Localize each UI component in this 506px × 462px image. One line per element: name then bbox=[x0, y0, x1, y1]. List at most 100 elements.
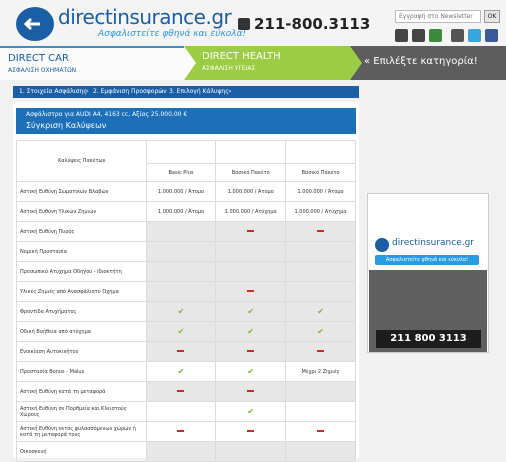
not-included-cell bbox=[215, 341, 287, 362]
ad-phone: 211 800 3113 bbox=[376, 330, 481, 348]
nav-car-arrow bbox=[184, 46, 196, 80]
logo-arrow-icon[interactable] bbox=[16, 7, 54, 41]
newsletter-input[interactable] bbox=[395, 10, 481, 23]
package-name[interactable]: Βασικό Πακέτο bbox=[215, 163, 287, 182]
coverage-value bbox=[145, 221, 217, 242]
dash-icon bbox=[177, 350, 185, 352]
step-separator: » bbox=[228, 88, 232, 95]
mail-icon[interactable] bbox=[412, 29, 425, 42]
nav-health-sub: ΑΣΦΑΛΙΣΗ ΥΓΕΙΑΣ bbox=[202, 65, 256, 72]
package-header-cell bbox=[145, 140, 217, 164]
table-row: Οδική Βοήθεια από ατύχημα ✔ ✔ ✔ bbox=[16, 321, 356, 342]
coverage-value bbox=[285, 381, 356, 402]
coverage-name: Αστική Ευθύνη κατά τη μεταφορά bbox=[16, 381, 147, 402]
logo-name[interactable]: directinsurance.gr bbox=[58, 6, 232, 28]
dash-icon bbox=[247, 350, 255, 352]
step-2[interactable]: 2. Εμφάνιση Προσφορών bbox=[93, 88, 167, 95]
ad-logo-name: directinsurance.gr bbox=[392, 238, 475, 248]
table-row: Προστασία Bonus - Malus ✔ ✔ Μέχρι 2 Ζημιές bbox=[16, 361, 356, 382]
coverage-value bbox=[145, 401, 217, 422]
coverage-table: Καλύψεις Πακέτων Basic Plus Βασικό Πακέτο Β… bbox=[16, 140, 356, 462]
dash-icon bbox=[247, 230, 255, 232]
included-cell: ✔ bbox=[145, 321, 217, 342]
rss-icon[interactable] bbox=[429, 29, 442, 42]
table-row: Ενοικίαση Αυτοκινήτου bbox=[16, 341, 356, 362]
step-separator: » bbox=[160, 88, 164, 95]
check-icon: ✔ bbox=[177, 366, 185, 376]
table-row: Αστική Ευθύνη σε Πορθμεία και Κλειστούς … bbox=[16, 401, 356, 422]
not-included-cell bbox=[145, 421, 217, 442]
check-icon: ✔ bbox=[247, 326, 255, 336]
phone-number: 211-800.3113 bbox=[254, 15, 371, 33]
table-row: Προσωπικό Ατύχημα Οδηγού - Ιδιοκτήτη bbox=[16, 261, 356, 282]
site-header: directinsurance.gr Ασφαλιστείτε φθηνά κα… bbox=[0, 0, 506, 46]
table-row: Νομική Προστασία bbox=[16, 241, 356, 262]
coverage-value bbox=[285, 401, 356, 422]
nav-direct-health[interactable]: DIRECT HEALTH ΑΣΦΑΛΙΣΗ ΥΓΕΙΑΣ bbox=[184, 46, 350, 80]
sms-icon[interactable] bbox=[451, 29, 464, 42]
included-cell: ✔ bbox=[215, 361, 287, 382]
not-included-cell bbox=[285, 221, 356, 242]
progress-steps: 1. Στοιχεία Ασφάλισης » 2. Εμφάνιση Προσ… bbox=[13, 86, 359, 98]
comparison-panel: Ασφάλιστρα για AUDI A4, 4163 cc, Αξίας 2… bbox=[13, 102, 359, 462]
dash-icon bbox=[317, 350, 325, 352]
dash-icon bbox=[177, 430, 185, 432]
header-phone: 211-800.3113 bbox=[238, 15, 370, 33]
coverage-value bbox=[145, 281, 217, 302]
coverage-value bbox=[145, 261, 217, 282]
not-included-cell bbox=[215, 381, 287, 402]
table-row: Φροντίδα Ατυχήματος ✔ ✔ ✔ bbox=[16, 301, 356, 322]
dash-icon bbox=[247, 390, 255, 392]
logo-tagline: Ασφαλιστείτε φθηνά και εύκολα! bbox=[98, 29, 247, 39]
check-icon: ✔ bbox=[317, 326, 324, 336]
table-row: Οικοσκευή bbox=[16, 441, 356, 462]
package-header-cell bbox=[215, 140, 287, 164]
coverage-name: Αστική Ευθύνη Πυρός bbox=[16, 221, 147, 242]
check-icon: ✔ bbox=[177, 306, 185, 316]
included-cell: ✔ bbox=[145, 301, 217, 322]
table-row: Υλικές Ζημιές από Ανασφάλιστο Όχημα bbox=[16, 281, 356, 302]
coverage-name: Αστική Ευθύνη σε Πορθμεία και Κλειστούς … bbox=[16, 401, 147, 422]
coverage-value: 1.000.000 / Άτομο bbox=[145, 201, 217, 222]
coverage-value: Μέχρι 2 Ζημιές bbox=[285, 361, 356, 382]
included-cell: ✔ bbox=[145, 361, 217, 382]
coverage-value bbox=[215, 241, 287, 262]
twitter-icon[interactable] bbox=[468, 29, 481, 42]
included-cell: ✔ bbox=[215, 301, 287, 322]
coverage-value: 1.000.000 / Άτομο bbox=[145, 181, 217, 202]
dash-icon bbox=[177, 390, 185, 392]
panel-title: Σύγκριση Καλύψεων bbox=[26, 121, 107, 130]
table-header-label: Καλύψεις Πακέτων bbox=[16, 140, 147, 182]
check-icon: ✔ bbox=[247, 406, 255, 416]
package-name[interactable]: Βασικό Πακέτο bbox=[285, 163, 356, 182]
not-included-cell bbox=[145, 381, 217, 402]
step-1[interactable]: 1. Στοιχεία Ασφάλισης bbox=[19, 88, 87, 95]
coverage-value: 1.000.000 / Ατύχημα bbox=[285, 201, 356, 222]
not-included-cell bbox=[215, 221, 287, 242]
package-name[interactable]: Basic Plus bbox=[145, 163, 217, 182]
ad-logo-icon bbox=[375, 238, 389, 252]
video-icon[interactable] bbox=[395, 29, 408, 42]
table-row: Αστική Ευθύνη Υλικών Ζημιών 1.000.000 / Ά… bbox=[16, 201, 356, 222]
coverage-value bbox=[145, 441, 217, 462]
nav-direct-car[interactable]: DIRECT CAR ΑΣΦΑΛΙΣΗ ΟΧΗΜΑΤΩΝ bbox=[0, 46, 184, 80]
check-icon: ✔ bbox=[317, 306, 324, 316]
step-3[interactable]: 3. Επιλογή Κάλυψης bbox=[169, 88, 229, 95]
dash-icon bbox=[247, 290, 255, 292]
table-row: Αστική Ευθύνη κατά τη μεταφορά bbox=[16, 381, 356, 402]
facebook-icon[interactable] bbox=[485, 29, 498, 42]
phone-icon bbox=[238, 18, 250, 30]
not-included-cell bbox=[215, 421, 287, 442]
table-row: Αστική Ευθύνη Σωματικών Βλαβών 1.000.000 … bbox=[16, 181, 356, 202]
coverage-name: Προσωπικό Ατύχημα Οδηγού - Ιδιοκτήτη bbox=[16, 261, 147, 282]
not-included-cell bbox=[145, 341, 217, 362]
coverage-value bbox=[285, 261, 356, 282]
ad-banner[interactable]: directinsurance.gr Ασφαλιστείτε φθηνά κα… bbox=[367, 193, 489, 353]
coverage-value: 1.000.000 / Άτομο bbox=[215, 181, 287, 202]
newsletter-ok-button[interactable]: OK bbox=[484, 10, 500, 23]
panel-subtitle: Ασφάλιστρα για AUDI A4, 4163 cc, Αξίας 2… bbox=[26, 111, 188, 118]
check-icon: ✔ bbox=[177, 326, 185, 336]
nav-category-label: « Επιλέξτε κατηγορία! bbox=[364, 56, 478, 67]
nav-choose-category[interactable]: « Επιλέξτε κατηγορία! bbox=[350, 46, 506, 80]
coverage-value bbox=[145, 241, 217, 262]
